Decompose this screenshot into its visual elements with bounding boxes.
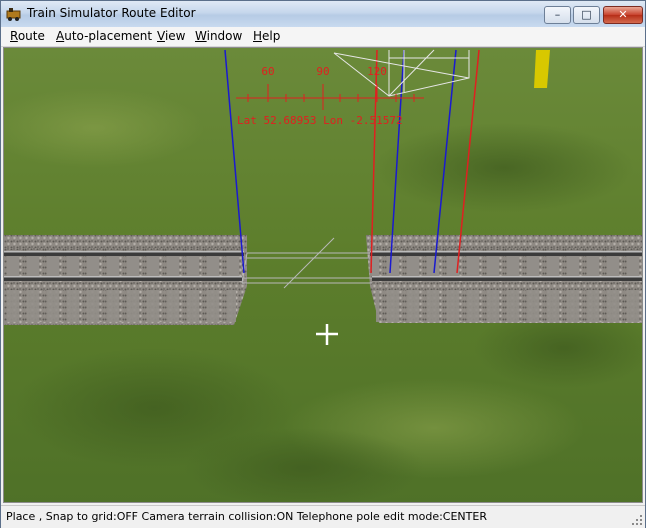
locomotive-app-icon (6, 8, 21, 21)
resize-grip-icon[interactable] (632, 515, 643, 526)
maximize-icon: □ (581, 8, 592, 21)
menu-auto-placement[interactable]: Auto-placement (56, 29, 152, 43)
close-icon: ✕ (618, 8, 628, 21)
close-button[interactable]: ✕ (603, 6, 643, 24)
heading-tick-label: 120 (367, 65, 387, 78)
scene-canvas[interactable]: 60 90 120 Lat 52.68953 Lon -2.51572 (4, 48, 643, 503)
menu-window[interactable]: Window (195, 29, 242, 43)
track-right[interactable] (366, 235, 643, 323)
window-title: Train Simulator Route Editor (27, 6, 196, 20)
minimize-icon: – (554, 8, 561, 21)
3d-viewport[interactable]: 60 90 120 Lat 52.68953 Lon -2.51572 (3, 47, 643, 503)
heading-tick-label: 60 (261, 65, 274, 78)
status-bar: Place , Snap to grid:OFF Camera terrain … (1, 505, 645, 528)
minimize-button[interactable]: – (544, 6, 571, 24)
heading-tick-label: 90 (316, 65, 329, 78)
maximize-button[interactable]: □ (573, 6, 600, 24)
menu-route[interactable]: Route (10, 29, 45, 43)
coordinates-readout: Lat 52.68953 Lon -2.51572 (237, 114, 403, 127)
menu-help[interactable]: Help (253, 29, 280, 43)
app-window: Train Simulator Route Editor – □ ✕ Route… (0, 0, 646, 528)
title-bar[interactable]: Train Simulator Route Editor – □ ✕ (1, 1, 645, 27)
menu-view[interactable]: View (157, 29, 185, 43)
track-left[interactable] (4, 235, 247, 325)
status-text: Place , Snap to grid:OFF Camera terrain … (6, 510, 487, 523)
menu-bar: Route Auto-placement View Window Help (1, 27, 645, 47)
